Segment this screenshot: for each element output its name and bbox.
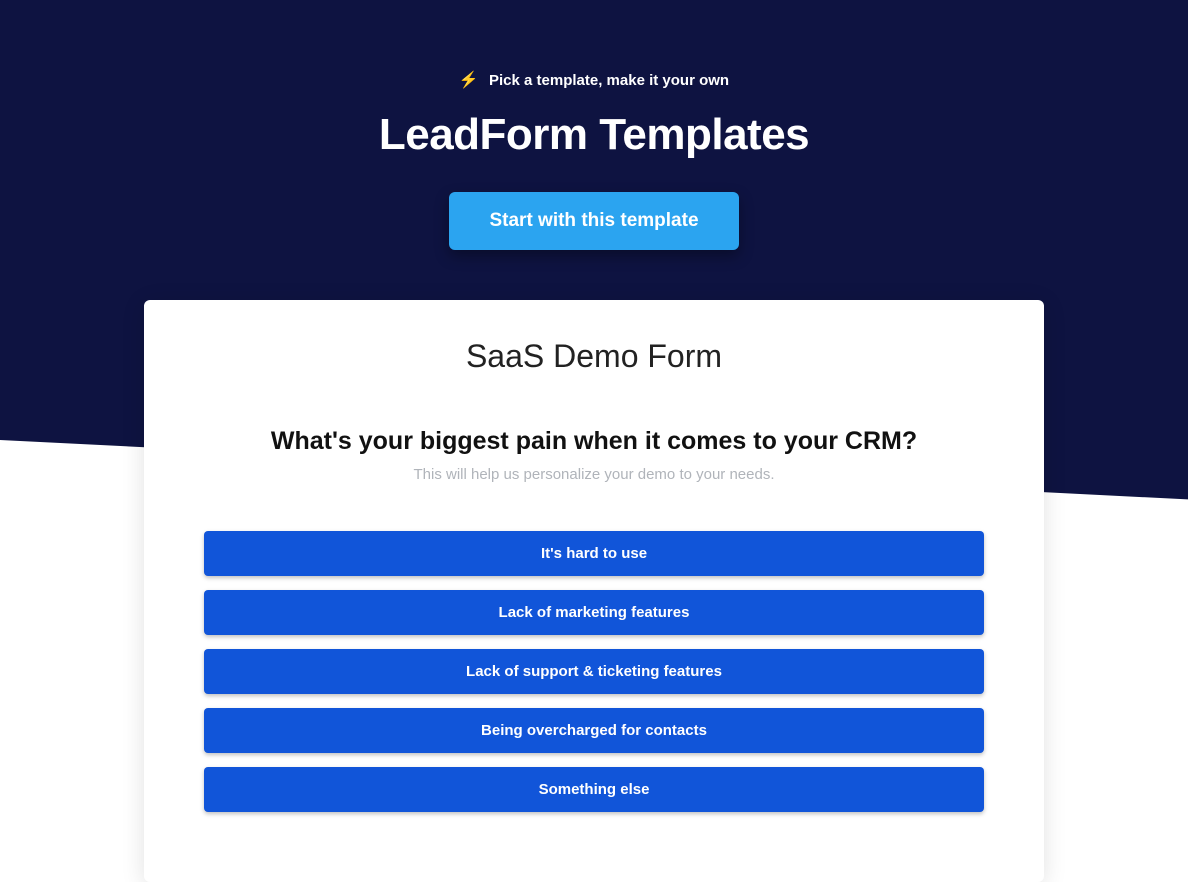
- form-question: What's your biggest pain when it comes t…: [204, 427, 984, 456]
- card-title: SaaS Demo Form: [204, 338, 984, 375]
- lightning-icon: ⚡: [459, 72, 479, 89]
- page-title: LeadForm Templates: [0, 110, 1188, 160]
- form-subtext: This will help us personalize your demo …: [204, 466, 984, 483]
- cta-wrap: Start with this template: [0, 192, 1188, 250]
- page-container: ⚡ Pick a template, make it your own Lead…: [0, 0, 1188, 882]
- eyebrow-text: Pick a template, make it your own: [489, 72, 729, 89]
- options-list: It's hard to use Lack of marketing featu…: [204, 531, 984, 812]
- template-card: SaaS Demo Form What's your biggest pain …: [144, 300, 1044, 882]
- option-overcharged[interactable]: Being overcharged for contacts: [204, 708, 984, 753]
- option-hard-to-use[interactable]: It's hard to use: [204, 531, 984, 576]
- start-template-button[interactable]: Start with this template: [449, 192, 738, 250]
- option-lack-marketing[interactable]: Lack of marketing features: [204, 590, 984, 635]
- eyebrow: ⚡ Pick a template, make it your own: [0, 70, 1188, 90]
- option-lack-support[interactable]: Lack of support & ticketing features: [204, 649, 984, 694]
- option-something-else[interactable]: Something else: [204, 767, 984, 812]
